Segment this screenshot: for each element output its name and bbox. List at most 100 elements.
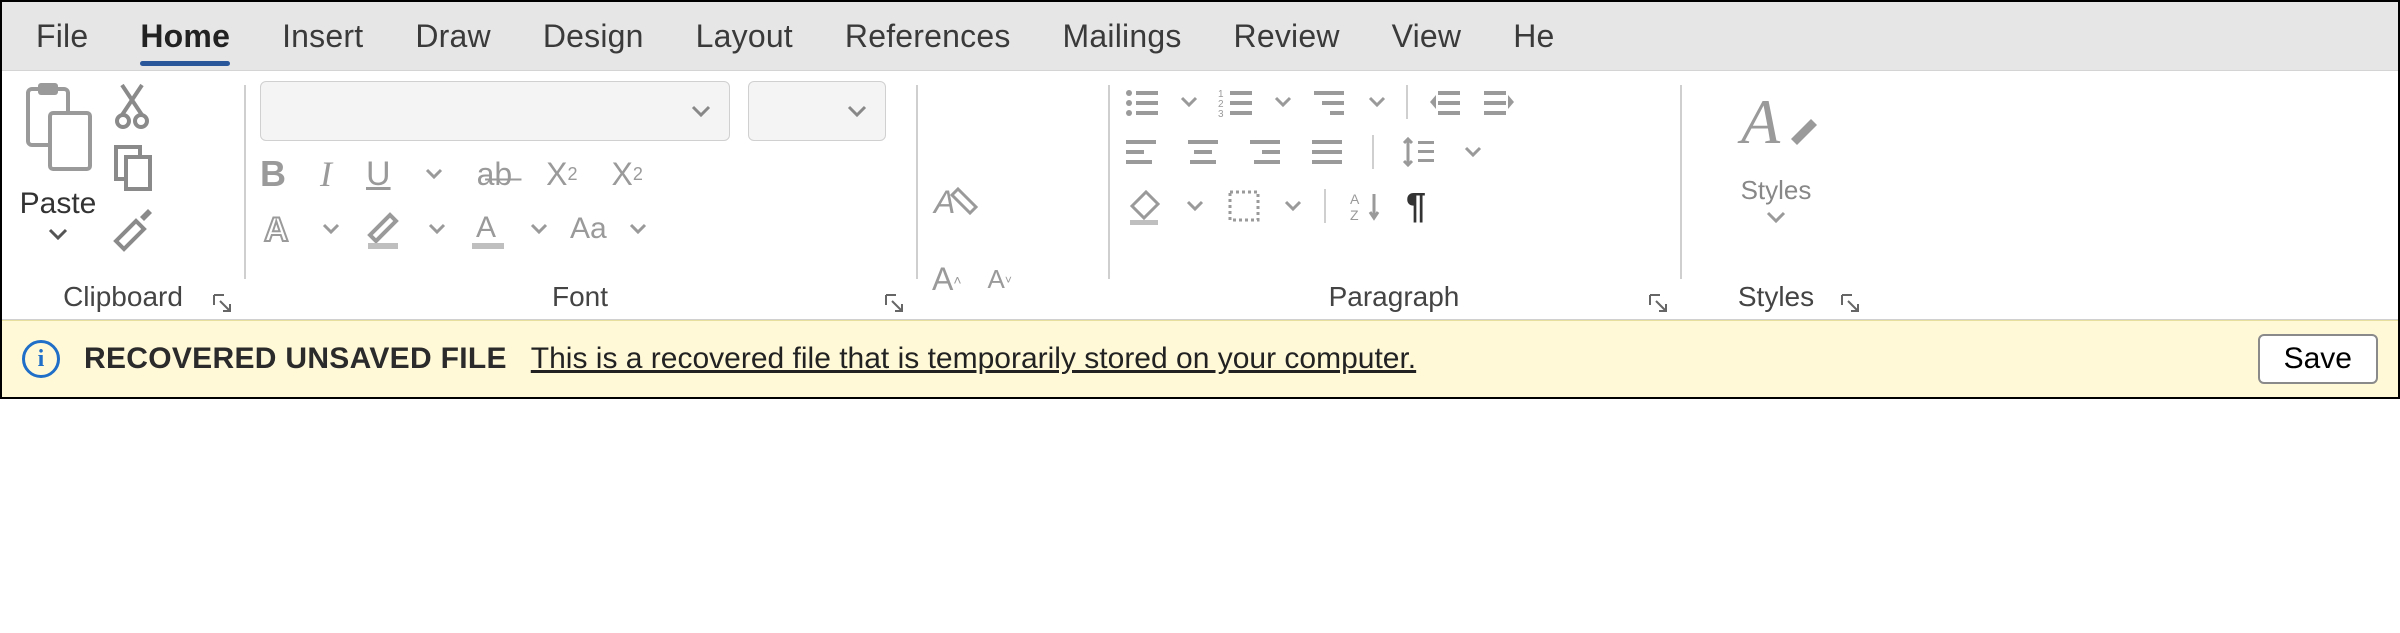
line-spacing-icon (1402, 135, 1436, 169)
multilevel-dropdown[interactable] (1368, 96, 1386, 108)
group-font-extra: A A˄ A˅ (916, 71, 1108, 319)
font-color-icon: A (468, 207, 508, 251)
italic-button[interactable]: I (320, 153, 332, 195)
ribbon-tabstrip: File Home Insert Draw Design Layout Refe… (2, 2, 2398, 71)
font-launcher[interactable] (882, 291, 906, 315)
styles-launcher[interactable] (1838, 291, 1862, 315)
svg-text:A: A (1737, 86, 1781, 157)
copy-button[interactable] (110, 143, 154, 191)
copy-icon (112, 143, 152, 191)
sort-icon: AZ (1348, 188, 1384, 224)
notification-message[interactable]: This is a recovered file that is tempora… (531, 342, 2234, 376)
tab-mailings[interactable]: Mailings (1037, 2, 1208, 70)
decrease-indent-icon (1428, 87, 1462, 117)
styles-label: Styles (1741, 175, 1812, 206)
align-left-button[interactable] (1124, 138, 1158, 166)
group-paragraph: 123 (1108, 71, 1680, 319)
justify-button[interactable] (1310, 138, 1344, 166)
group-styles-title: Styles (1738, 281, 1814, 313)
tab-design[interactable]: Design (517, 2, 670, 70)
tab-review[interactable]: Review (1208, 2, 1366, 70)
paint-bucket-icon (1124, 186, 1164, 226)
paragraph-launcher[interactable] (1646, 291, 1670, 315)
chevron-down-icon (1766, 210, 1786, 224)
tab-layout[interactable]: Layout (670, 2, 819, 70)
font-color-button[interactable]: A (468, 207, 508, 251)
font-name-combo[interactable] (260, 81, 730, 141)
show-marks-button[interactable]: ¶ (1406, 185, 1426, 227)
borders-dropdown[interactable] (1284, 200, 1302, 212)
underline-dropdown[interactable] (425, 168, 443, 180)
change-case-button[interactable]: Aa (570, 212, 607, 246)
align-right-button[interactable] (1248, 138, 1282, 166)
font-size-combo[interactable] (748, 81, 886, 141)
svg-text:A: A (1350, 191, 1360, 207)
tab-insert[interactable]: Insert (256, 2, 389, 70)
tab-help[interactable]: He (1487, 2, 1580, 70)
subscript-button[interactable]: X2 (546, 156, 577, 193)
save-button[interactable]: Save (2258, 334, 2378, 384)
tab-home[interactable]: Home (114, 2, 256, 70)
group-font: B I U a̶b̶ X2 X2 A (244, 71, 916, 319)
text-effects-button[interactable]: A (260, 209, 300, 249)
recovered-file-bar: i RECOVERED UNSAVED FILE This is a recov… (2, 320, 2398, 397)
styles-gallery-button[interactable]: A Styles (1733, 81, 1819, 224)
outline-a-icon: A (260, 209, 300, 249)
dialog-launcher-icon (1646, 291, 1670, 315)
align-right-icon (1248, 138, 1282, 166)
clipboard-launcher[interactable] (210, 291, 234, 315)
bullets-dropdown[interactable] (1180, 96, 1198, 108)
multilevel-button[interactable] (1312, 87, 1348, 117)
numbering-dropdown[interactable] (1274, 96, 1292, 108)
line-spacing-dropdown[interactable] (1464, 146, 1482, 158)
bullets-button[interactable] (1124, 87, 1160, 117)
info-icon: i (22, 340, 60, 378)
separator (1406, 85, 1408, 119)
paste-button[interactable]: Paste (18, 81, 98, 241)
svg-text:A: A (932, 184, 955, 220)
tab-file[interactable]: File (10, 2, 114, 70)
borders-button[interactable] (1226, 188, 1262, 224)
svg-text:Z: Z (1350, 207, 1359, 223)
tab-draw[interactable]: Draw (389, 2, 516, 70)
cut-button[interactable] (110, 81, 154, 129)
highlight-button[interactable] (362, 207, 406, 251)
shrink-font-button[interactable]: A˅ (988, 264, 1012, 295)
line-spacing-button[interactable] (1402, 135, 1436, 169)
align-center-icon (1186, 138, 1220, 166)
separator (1372, 135, 1374, 169)
grow-font-button[interactable]: A˄ (932, 261, 962, 298)
multilevel-icon (1312, 87, 1348, 117)
highlight-dropdown[interactable] (428, 223, 446, 235)
font-color-dropdown[interactable] (530, 223, 548, 235)
underline-button[interactable]: U (366, 155, 391, 194)
sort-button[interactable]: AZ (1348, 188, 1384, 224)
shading-dropdown[interactable] (1186, 200, 1204, 212)
shading-button[interactable] (1124, 186, 1164, 226)
group-styles: A Styles Styles (1680, 71, 1872, 319)
tab-references[interactable]: References (819, 2, 1037, 70)
group-clipboard-title: Clipboard (63, 281, 183, 313)
justify-icon (1310, 138, 1344, 166)
strikethrough-button[interactable]: a̶b̶ (477, 156, 513, 193)
decrease-indent-button[interactable] (1428, 87, 1462, 117)
superscript-button[interactable]: X2 (612, 156, 643, 193)
align-left-icon (1124, 138, 1158, 166)
paste-icon (18, 81, 98, 181)
styles-icon: A (1733, 81, 1819, 171)
numbering-button[interactable]: 123 (1218, 87, 1254, 117)
bullets-icon (1124, 87, 1160, 117)
format-painter-button[interactable] (110, 205, 154, 253)
increase-indent-button[interactable] (1482, 87, 1516, 117)
borders-icon (1226, 188, 1262, 224)
align-center-button[interactable] (1186, 138, 1220, 166)
clear-formatting-button[interactable]: A (932, 181, 980, 225)
group-paragraph-title: Paragraph (1329, 281, 1460, 313)
highlighter-icon (362, 207, 406, 251)
svg-text:3: 3 (1218, 109, 1224, 117)
bold-button[interactable]: B (260, 153, 286, 195)
tab-view[interactable]: View (1366, 2, 1488, 70)
text-effects-dropdown[interactable] (322, 223, 340, 235)
svg-text:A: A (476, 211, 496, 244)
change-case-dropdown[interactable] (629, 223, 647, 235)
